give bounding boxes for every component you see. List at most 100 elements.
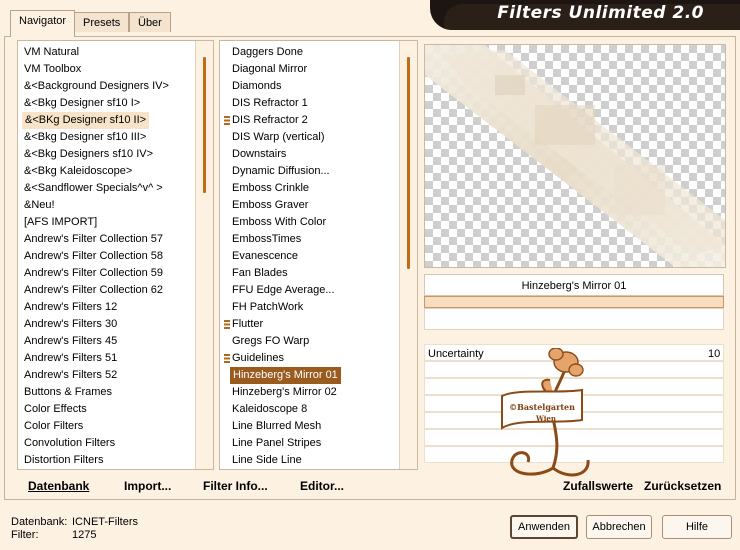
random-values-button[interactable]: Zufallswerte (563, 479, 633, 493)
preview-image (425, 45, 725, 267)
filter-item-label: Diagonal Mirror (232, 63, 308, 75)
filter-item[interactable]: Emboss Graver (220, 197, 417, 214)
category-item[interactable]: &<Bkg Designers sf10 IV> (18, 146, 213, 163)
apply-label: Anwenden (518, 521, 570, 533)
param-value: 10 (708, 348, 721, 360)
filter-item[interactable]: Diamonds (220, 78, 417, 95)
filter-item-label: Evanescence (232, 250, 299, 262)
filter-item[interactable]: FFU Edge Average... (220, 282, 417, 299)
category-item[interactable]: &<Bkg Designer sf10 III> (18, 129, 213, 146)
filter-count-value: 1275 (72, 529, 97, 541)
editor-button[interactable]: Editor... (300, 479, 344, 493)
filter-item[interactable]: Dynamic Diffusion... (220, 163, 417, 180)
filter-list[interactable]: Daggers Done Diagonal Mirror Diamonds DIS R… (219, 40, 418, 470)
filter-info-button[interactable]: Filter Info... (203, 479, 268, 493)
filter-item-label: Diamonds (232, 80, 282, 92)
filter-item[interactable]: DIS Refractor 1 (220, 95, 417, 112)
filter-item[interactable]: Kaleidoscope 8 (220, 401, 417, 418)
filter-item[interactable]: Daggers Done (220, 44, 417, 61)
filter-scroll-thumb[interactable] (407, 57, 410, 269)
filter-item[interactable]: Diagonal Mirror (220, 61, 417, 78)
filter-item-label: Gregs FO Warp (232, 335, 310, 347)
slider-track[interactable] (424, 296, 724, 308)
cancel-label: Abbrechen (592, 521, 646, 533)
filter-item[interactable]: Fan Blades (220, 265, 417, 282)
category-item[interactable]: Andrew's Filter Collection 59 (18, 265, 213, 282)
import-button[interactable]: Import... (124, 479, 171, 493)
filter-item[interactable]: Emboss With Color (220, 214, 417, 231)
category-scrollbar[interactable] (195, 41, 213, 469)
filter-item[interactable]: Emboss Crinkle (220, 180, 417, 197)
category-item[interactable]: Andrew's Filter Collection 58 (18, 248, 213, 265)
database-button[interactable]: Datenbank (28, 479, 89, 493)
filter-item[interactable]: DIS Warp (vertical) (220, 129, 417, 146)
filter-item-label: Line Side Line (232, 454, 302, 466)
filter-item-label: Daggers Done (232, 46, 303, 58)
tab-navigator[interactable]: Navigator (10, 10, 76, 37)
reset-button[interactable]: Zurücksetzen (644, 479, 721, 493)
random-label: Zufallswerte (563, 479, 634, 493)
tab-label: Über (138, 17, 162, 29)
category-item[interactable]: Andrew's Filter Collection 62 (18, 282, 213, 299)
category-item[interactable]: [AFS IMPORT] (18, 214, 213, 231)
category-item[interactable]: Color Effects (18, 401, 213, 418)
category-item[interactable]: &<Background Designers IV> (18, 78, 213, 95)
filter-item[interactable]: Guidelines (220, 350, 417, 367)
category-item[interactable]: Buttons & Frames (18, 384, 213, 401)
filter-info-label: Filter Info... (203, 479, 268, 493)
filter-item[interactable]: Flutter (220, 316, 417, 333)
filter-item[interactable]: Hinzeberg's Mirror 02 (220, 384, 417, 401)
category-item[interactable]: Andrew's Filters 45 (18, 333, 213, 350)
category-item[interactable]: Color Filters (18, 418, 213, 435)
category-item[interactable]: &<Bkg Kaleidoscope> (18, 163, 213, 180)
help-button[interactable]: Hilfe (662, 515, 732, 539)
category-item-label: Andrew's Filters 30 (24, 318, 118, 330)
filter-item[interactable]: Line Side Line (220, 452, 417, 469)
filter-item-label: Emboss With Color (232, 216, 327, 228)
filter-item-label: Guidelines (232, 352, 284, 364)
category-item[interactable]: Andrew's Filters 52 (18, 367, 213, 384)
category-item-label: Distortion Filters (24, 454, 104, 466)
param-label: Uncertainty (428, 348, 484, 360)
filter-item[interactable]: EmbossTimes (220, 231, 417, 248)
filter-item[interactable]: Evanescence (220, 248, 417, 265)
cancel-button[interactable]: Abbrechen (586, 515, 652, 539)
filter-item[interactable]: DIS Refractor 2 (220, 112, 417, 129)
category-scroll-thumb[interactable] (203, 57, 206, 193)
category-list[interactable]: VM Natural VM Toolbox &<Background Designe… (17, 40, 214, 470)
filter-scrollbar[interactable] (399, 41, 417, 469)
param-spacer (424, 308, 724, 330)
category-item[interactable]: &<Bkg Designer sf10 I> (18, 95, 213, 112)
filter-item[interactable]: Line Panel Stripes (220, 435, 417, 452)
category-item[interactable]: &Neu! (18, 197, 213, 214)
filter-item[interactable]: Hinzeberg's Mirror 01 (220, 367, 417, 384)
favorite-marker-icon (224, 354, 230, 363)
category-item[interactable]: Andrew's Filters 30 (18, 316, 213, 333)
category-item[interactable]: &<BKg Designer sf10 II> (18, 112, 213, 129)
category-item[interactable]: Andrew's Filters 51 (18, 350, 213, 367)
category-item[interactable]: &<Sandflower Specials^v^ > (18, 180, 213, 197)
preview-pane[interactable] (424, 44, 726, 268)
watermark-line-2: Wien (535, 414, 556, 423)
tab-presets[interactable]: Presets (74, 12, 130, 32)
filter-item[interactable]: FH PatchWork (220, 299, 417, 316)
filter-item-label: Kaleidoscope 8 (232, 403, 308, 415)
category-item-label: [AFS IMPORT] (24, 216, 98, 228)
category-item[interactable]: Andrew's Filter Collection 57 (18, 231, 213, 248)
category-item[interactable]: VM Toolbox (18, 61, 213, 78)
filter-item-label: Downstairs (232, 148, 287, 160)
filter-item-label: Hinzeberg's Mirror 02 (232, 386, 337, 398)
tab-uber[interactable]: Über (129, 12, 171, 32)
filter-item[interactable]: Gregs FO Warp (220, 333, 417, 350)
category-item[interactable]: Distortion Filters (18, 452, 213, 469)
filter-item-label: DIS Refractor 2 (232, 114, 308, 126)
category-item[interactable]: Convolution Filters (18, 435, 213, 452)
filter-item[interactable]: Line Blurred Mesh (220, 418, 417, 435)
category-item[interactable]: VM Natural (18, 44, 213, 61)
apply-button[interactable]: Anwenden (510, 515, 578, 539)
filter-item[interactable]: Downstairs (220, 146, 417, 163)
filter-item-label: Hinzeberg's Mirror 01 (230, 367, 341, 384)
favorite-marker-icon (224, 320, 230, 329)
category-item[interactable]: Andrew's Filters 12 (18, 299, 213, 316)
title-banner: Filters Unlimited 2.0 (430, 0, 740, 30)
